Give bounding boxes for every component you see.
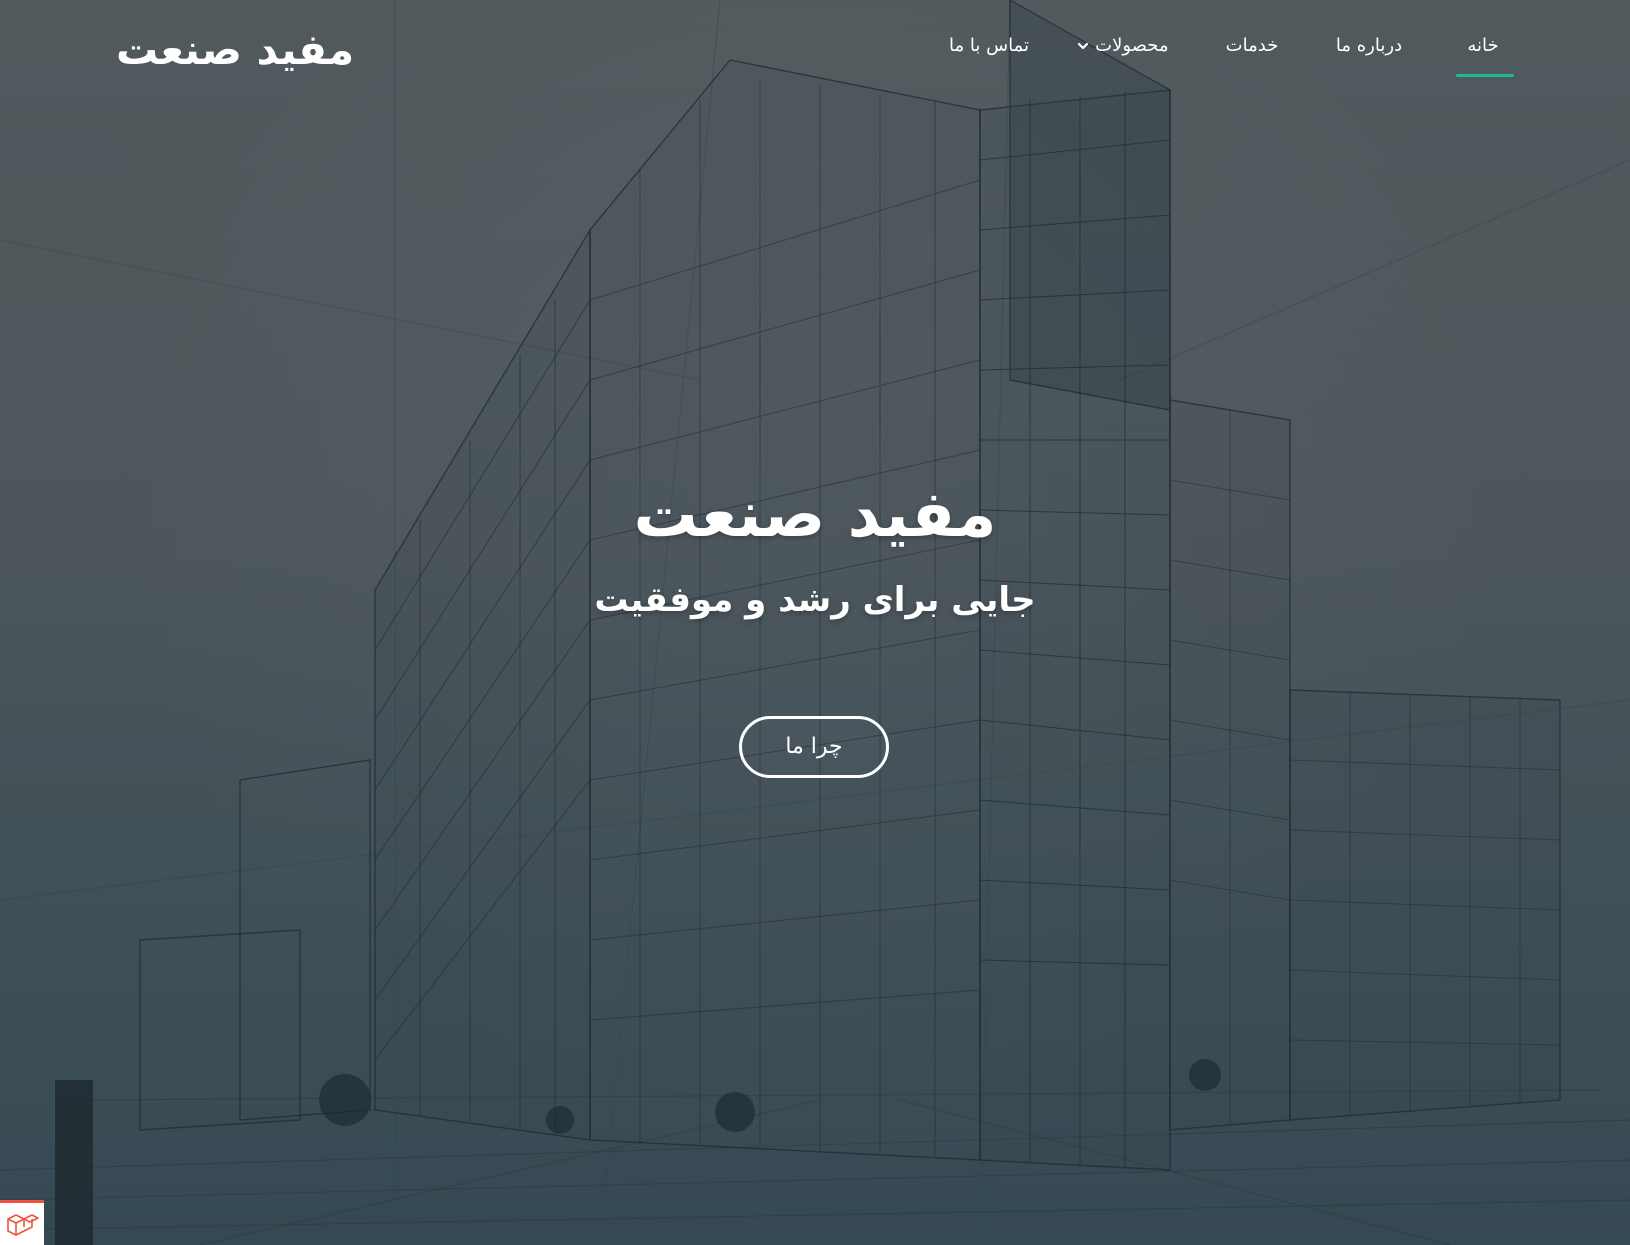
why-us-button[interactable]: چرا ما xyxy=(739,716,889,778)
site-header: مفید صنعت خانه درباره ما خدمات محصولات ت… xyxy=(0,0,1630,96)
nav-item-home[interactable]: خانه xyxy=(1454,26,1512,66)
nav-item-products-label: محصولات xyxy=(1095,35,1169,56)
nav-item-contact[interactable]: تماس با ما xyxy=(934,26,1044,66)
brand-logo[interactable]: مفید صنعت xyxy=(116,22,360,78)
nav-item-products[interactable]: محصولات xyxy=(1060,26,1180,66)
active-nav-indicator xyxy=(1456,74,1514,77)
hero-subtitle: جایی برای رشد و موفقیت xyxy=(594,580,1036,620)
chevron-down-icon xyxy=(1078,42,1089,50)
laravel-cube-icon xyxy=(7,1214,39,1236)
nav-item-services[interactable]: خدمات xyxy=(1212,26,1292,66)
nav-item-about[interactable]: درباره ما xyxy=(1324,26,1414,66)
main-nav: خانه درباره ما خدمات محصولات تماس با ما xyxy=(949,26,1526,78)
debug-widget[interactable] xyxy=(0,1200,44,1245)
hero-title: مفید صنعت xyxy=(633,478,997,552)
hero-section: مفید صنعت خانه درباره ما خدمات محصولات ت… xyxy=(0,0,1630,1245)
hero-content: مفید صنعت جایی برای رشد و موفقیت چرا ما xyxy=(515,470,1115,800)
